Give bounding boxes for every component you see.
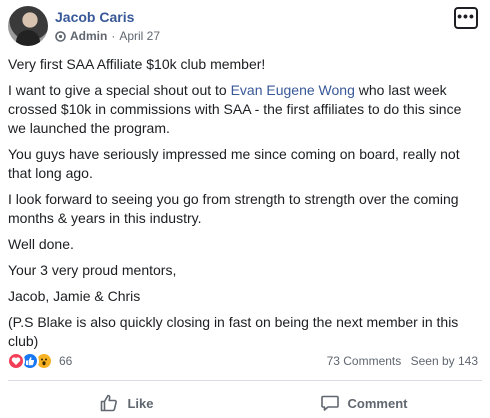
- actions-divider: [8, 380, 482, 381]
- author-role: Admin: [70, 29, 108, 43]
- comment-button[interactable]: Comment: [245, 390, 482, 416]
- like-label: Like: [127, 395, 154, 411]
- post-text: I want to give a special shout out to: [8, 82, 231, 98]
- love-icon: [7, 352, 25, 370]
- post-date[interactable]: April 27: [119, 29, 160, 43]
- author-avatar[interactable]: [8, 6, 48, 46]
- post-paragraph: Jacob, Jamie & Chris: [8, 288, 141, 304]
- post-paragraph: You guys have seriously impressed me sin…: [8, 146, 460, 181]
- author-name[interactable]: Jacob Caris: [55, 9, 134, 25]
- post-header: Jacob Caris Admin · April 27 •••: [8, 6, 482, 46]
- post-paragraph: I want to give a special shout out to Ev…: [8, 81, 482, 138]
- seen-by-count[interactable]: Seen by 143: [411, 354, 478, 368]
- post-paragraph: I look forward to seeing you go from str…: [8, 191, 459, 226]
- post-paragraph: Well done.: [8, 236, 74, 252]
- admin-badge-icon: [55, 30, 66, 42]
- more-options-button[interactable]: •••: [454, 7, 478, 29]
- post-paragraph: (P.S Blake is also quickly closing in fa…: [8, 314, 459, 349]
- post-paragraph: Your 3 very proud mentors,: [8, 262, 177, 278]
- comments-count[interactable]: 73 Comments: [327, 354, 402, 368]
- post-actions: Like Comment: [8, 390, 482, 416]
- post-meta: Admin · April 27: [55, 29, 160, 43]
- comment-label: Comment: [347, 395, 408, 411]
- comment-icon: [320, 395, 339, 411]
- meta-separator: ·: [111, 29, 116, 43]
- reaction-count: 66: [59, 354, 73, 368]
- like-button[interactable]: Like: [8, 390, 245, 416]
- thumbs-up-icon: [101, 394, 118, 412]
- more-icon: •••: [457, 8, 475, 24]
- post-body: Very first SAA Affiliate $10k club membe…: [8, 55, 482, 358]
- post-stats: 73 Comments Seen by 143: [327, 354, 478, 368]
- post-paragraph: Very first SAA Affiliate $10k club membe…: [8, 56, 266, 72]
- mention-link[interactable]: Evan Eugene Wong: [231, 82, 355, 98]
- reaction-summary[interactable]: 66: [7, 352, 72, 370]
